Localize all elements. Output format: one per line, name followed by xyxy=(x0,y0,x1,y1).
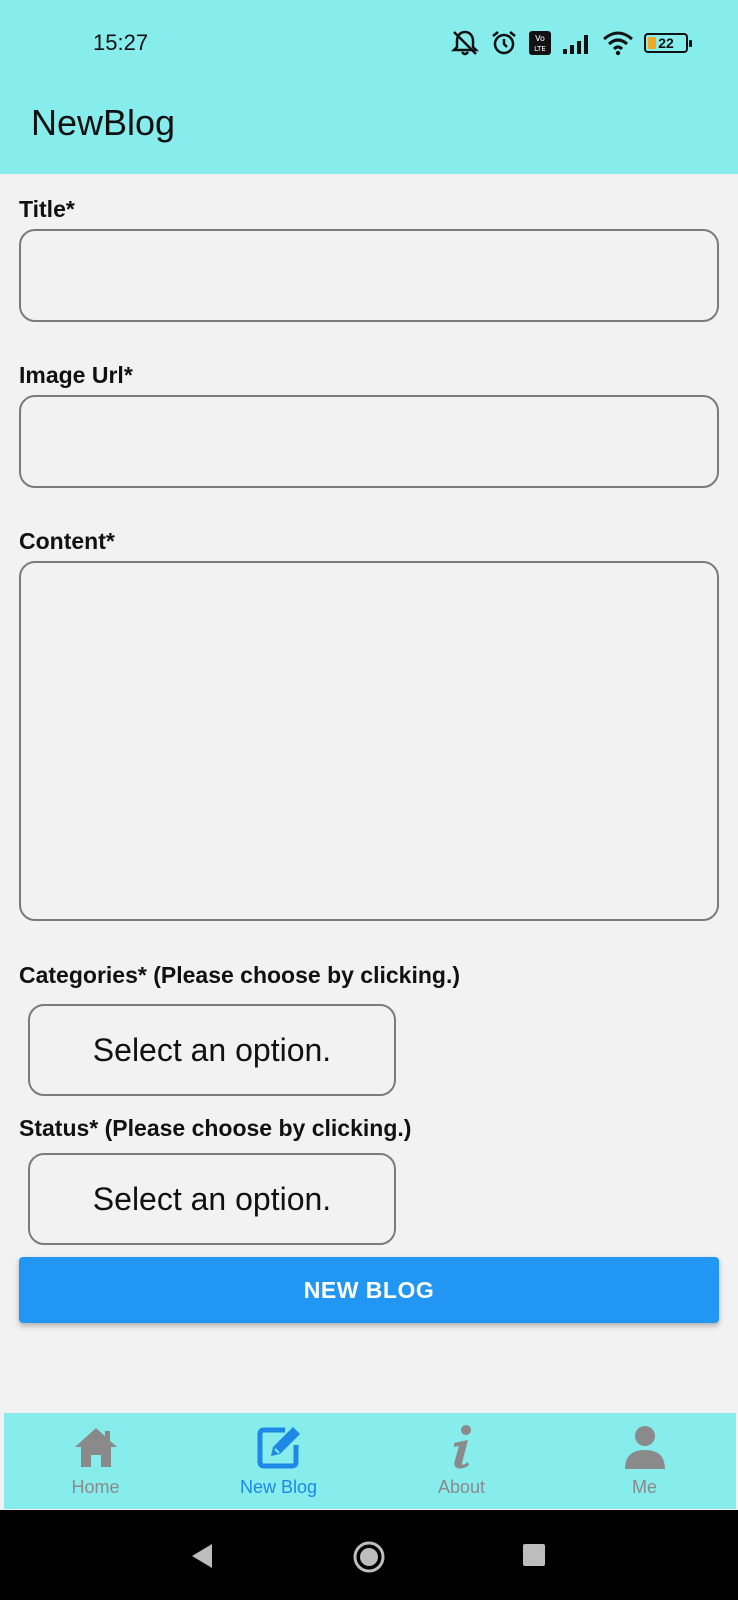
svg-text:Vo: Vo xyxy=(535,34,545,43)
title-label: Title* xyxy=(19,196,75,222)
battery-level: 22 xyxy=(658,35,674,51)
nav-item-about[interactable]: About xyxy=(370,1413,553,1509)
system-nav-bar xyxy=(0,1510,738,1600)
nav-label-home: Home xyxy=(71,1477,120,1497)
nav-label-me: Me xyxy=(631,1477,657,1497)
status-select-value: Select an option. xyxy=(92,1180,332,1217)
back-icon[interactable] xyxy=(190,1543,214,1569)
status-time: 15:27 xyxy=(93,30,149,55)
edit-icon xyxy=(257,1427,300,1469)
categories-select-value: Select an option. xyxy=(92,1031,332,1068)
svg-text:LTE: LTE xyxy=(534,45,546,53)
home-circle-icon[interactable] xyxy=(352,1540,386,1574)
status-label: Status* (Please choose by clicking.) xyxy=(19,1115,412,1141)
bottom-nav: Home New Blog About Me xyxy=(4,1413,736,1509)
wifi-icon xyxy=(603,31,633,56)
status-icons: Vo LTE 22 xyxy=(450,28,692,58)
image-url-label: Image Url* xyxy=(19,362,133,388)
page-title: NewBlog xyxy=(31,102,176,143)
alarm-icon xyxy=(492,31,516,55)
status-select[interactable]: Select an option. xyxy=(28,1153,396,1245)
nav-label-new-blog: New Blog xyxy=(239,1477,318,1497)
nav-item-new-blog[interactable]: New Blog xyxy=(187,1413,370,1509)
person-icon xyxy=(624,1426,665,1469)
app-bar: NewBlog xyxy=(0,88,738,174)
home-icon xyxy=(74,1428,117,1467)
mute-icon xyxy=(450,30,480,56)
status-bar: 15:27 Vo LTE 22 xyxy=(0,0,738,88)
nav-item-me[interactable]: Me xyxy=(553,1413,736,1509)
title-input[interactable] xyxy=(19,229,719,322)
recents-icon[interactable] xyxy=(522,1543,546,1567)
content-textarea[interactable] xyxy=(19,561,719,921)
content-label: Content* xyxy=(19,528,115,554)
screen: 15:27 Vo LTE 22 NewBlog Title* Image Url… xyxy=(0,0,738,1600)
image-url-input[interactable] xyxy=(19,395,719,488)
battery-icon: 22 xyxy=(644,33,692,53)
info-icon xyxy=(453,1425,471,1469)
categories-select[interactable]: Select an option. xyxy=(28,1004,396,1096)
volte-icon: Vo LTE xyxy=(529,31,551,55)
nav-label-about: About xyxy=(437,1477,486,1497)
new-blog-button[interactable]: NEW BLOG xyxy=(19,1257,719,1323)
categories-label: Categories* (Please choose by clicking.) xyxy=(19,962,460,988)
nav-item-home[interactable]: Home xyxy=(4,1413,187,1509)
signal-icon xyxy=(563,35,588,54)
